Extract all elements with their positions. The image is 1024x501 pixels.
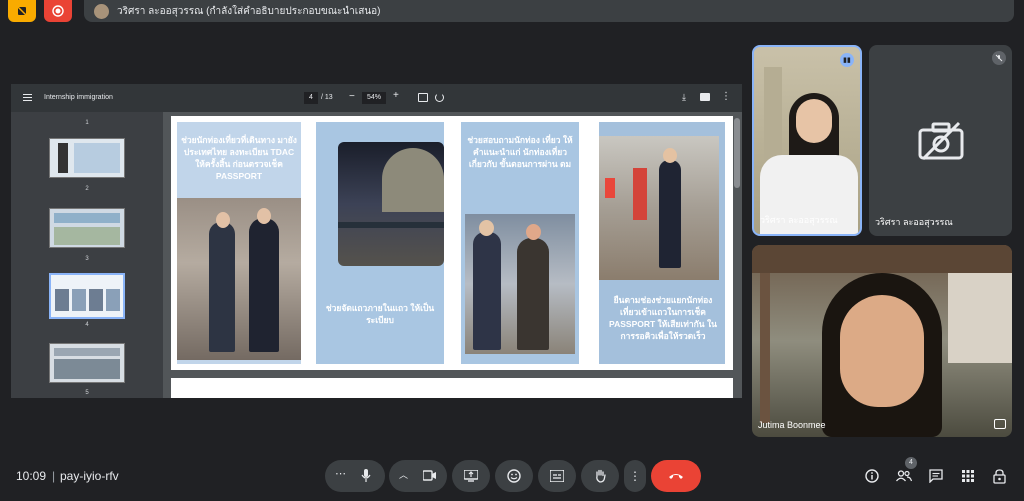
captions-icon [550,470,564,482]
meeting-code: pay-iyio-rfv [60,469,119,483]
info-icon [865,469,879,483]
clock: 10:09 [16,469,47,483]
host-controls-button[interactable] [991,467,1009,485]
bottom-toolbar: 10:09 | pay-iyio-rfv ⋯ ︿ ⋮ 4 [0,456,1024,501]
card-caption: ช่วยสอบถามนักท่อง เที่ยว ให้คำแนะนำแก่ น… [467,135,573,169]
slide-card: ยืนตามช่องช่วยแยกนักท่อง เที่ยวเข้าแถวใน… [599,122,725,364]
leave-call-button[interactable] [651,460,701,492]
apps-grid-icon [962,470,974,482]
menu-icon[interactable] [23,94,32,101]
captions-button[interactable] [538,460,576,492]
page-input[interactable]: 4 [304,92,318,104]
mic-off-icon [992,51,1006,65]
thumbnail-page-3[interactable] [49,208,125,248]
present-screen-button[interactable] [452,460,490,492]
participant-name: Jutima Boonmee [758,420,826,430]
pdf-toolbar: Internship immigration 4 / 13 − 54% + ⤓ … [11,84,742,112]
pdf-title: Internship immigration [44,94,113,101]
print-icon[interactable] [700,93,710,101]
lock-person-icon [993,468,1006,484]
photo-registration [177,198,301,360]
reactions-button[interactable] [495,460,533,492]
card-caption: ช่วยจัดแถวภายในแถว ให้เป็นระเบียบ [325,303,435,325]
slide-card: ช่วยสอบถามนักท่อง เที่ยว ให้คำแนะนำแก่ น… [461,122,579,364]
presenter-banner: วริศรา ละออสุวรรณ (กำลังใส่คำอธิบายประกอ… [84,0,1014,22]
present-icon [464,470,478,482]
emoji-icon [507,469,521,483]
people-button[interactable]: 4 [895,457,917,485]
pdf-page: ช่วยนักท่องเที่ยวที่เดินทาง มายังประเทศไ… [171,116,733,370]
presenter-avatar [94,3,109,19]
participant-name: วริศรา ละออสุวรรณ [875,217,953,227]
more-audio-options-icon[interactable]: ⋯ [335,467,346,480]
hand-icon [595,469,606,483]
shared-screen: Internship immigration 4 / 13 − 54% + ⤓ … [11,84,742,398]
chat-icon [929,469,943,483]
people-count-badge: 4 [905,457,917,469]
pdf-viewer[interactable]: ช่วยนักท่องเที่ยวที่เดินทาง มายังประเทศไ… [163,112,742,398]
photo-passport-lane [599,136,719,280]
hand-icon [17,6,27,16]
chat-button[interactable] [927,467,945,485]
thumbnail-page-2[interactable] [49,138,125,178]
activities-button[interactable] [959,467,977,485]
thumbnail-page-4[interactable] [49,273,125,319]
more-vert-icon: ⋮ [629,469,641,483]
fit-page-icon[interactable] [418,93,428,102]
raise-hand-button[interactable] [581,460,619,492]
zoom-input[interactable]: 54% [362,92,386,104]
photo-assist [465,214,575,354]
hand-raise-indicator-button[interactable] [8,0,36,22]
photo-queue [338,142,444,266]
record-icon [52,5,64,17]
camera-off-icon [918,121,964,161]
thumbnail-number: 4 [85,322,89,328]
participant-tile-speaking[interactable]: ▮▮ วริศรา ละออสุวรรณ [752,45,862,236]
camera-icon[interactable] [423,470,437,481]
zoom-in-button[interactable]: + [393,90,399,101]
pip-icon [994,419,1006,429]
mic-icon[interactable] [361,469,371,483]
thumbnail-sidebar: 1 2 3 4 5 [11,112,163,398]
thumbnail-number: 2 [85,186,89,192]
chevron-up-icon[interactable]: ︿ [399,468,408,481]
more-options-icon[interactable]: ⋮ [721,91,731,102]
mic-control-group: ⋯ [325,460,385,492]
more-options-button[interactable]: ⋮ [624,460,646,492]
camera-control-group: ︿ [389,460,447,492]
thumbnail-number: 3 [85,256,89,262]
participant-tile-jutima[interactable]: Jutima Boonmee [752,245,1012,437]
slide-card: ช่วยจัดแถวภายในแถว ให้เป็นระเบียบ [316,122,444,364]
pdf-scrollbar[interactable] [734,118,740,188]
divider: | [52,469,56,483]
people-icon [896,470,912,482]
end-call-icon [669,474,683,479]
zoom-out-button[interactable]: − [349,91,355,102]
thumbnail-number: 5 [85,390,89,396]
thumbnail-page-5[interactable] [49,343,125,383]
speaking-indicator-icon: ▮▮ [840,53,854,67]
recording-button[interactable] [44,0,72,22]
page-total: / 13 [321,94,333,101]
thumbnail-number: 1 [85,120,89,126]
meeting-details-button[interactable] [863,467,881,485]
card-caption: ยืนตามช่องช่วยแยกนักท่อง เที่ยวเข้าแถวใน… [609,295,717,341]
participant-name: วริศรา ละออสุวรรณ [760,215,838,225]
participant-tile-camera-off[interactable]: วริศรา ละออสุวรรณ [869,45,1012,236]
download-icon[interactable]: ⤓ [682,92,686,103]
presenter-text: วริศรา ละออสุวรรณ (กำลังใส่คำอธิบายประกอ… [117,5,381,17]
pdf-next-page [171,378,733,398]
rotate-icon[interactable] [435,93,444,102]
card-caption: ช่วยนักท่องเที่ยวที่เดินทาง มายังประเทศไ… [181,135,297,181]
slide-card: ช่วยนักท่องเที่ยวที่เดินทาง มายังประเทศไ… [177,122,301,364]
